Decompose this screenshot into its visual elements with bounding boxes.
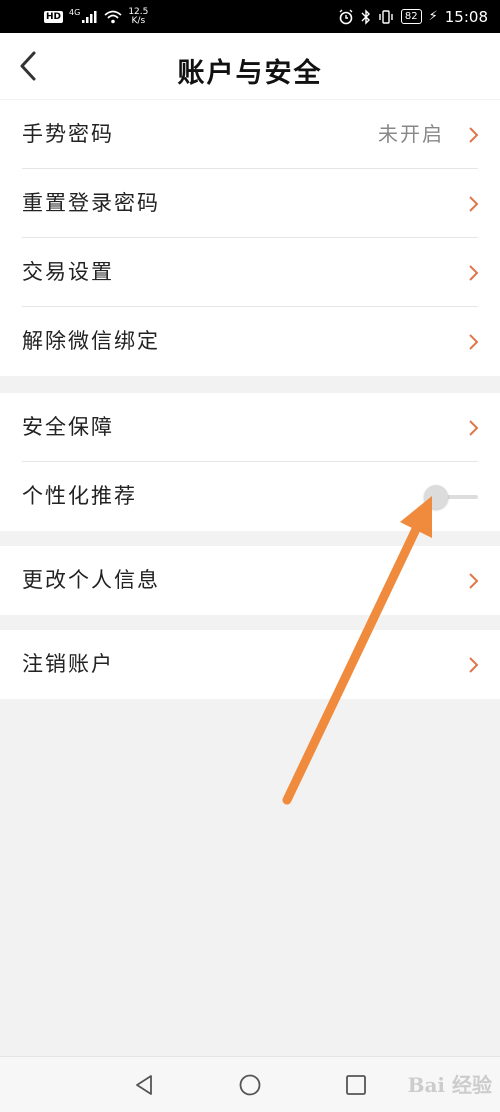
settings-group-cancel-account: 注销账户 <box>0 630 500 699</box>
hd-badge: HD <box>44 10 64 23</box>
nav-recents-icon[interactable] <box>344 1073 368 1097</box>
settings-group-account: 手势密码 未开启 重置登录密码 交易设置 解除微信绑定 <box>0 100 500 376</box>
toggle-knob <box>424 485 448 509</box>
chevron-right-icon <box>469 196 479 212</box>
row-label: 解除微信绑定 <box>22 329 160 353</box>
chevron-right-icon <box>469 573 479 589</box>
chevron-right-icon <box>469 420 479 436</box>
nav-home-icon[interactable] <box>238 1073 262 1097</box>
system-navigation-bar: Bai 经验 <box>0 1056 500 1112</box>
row-status-value: 未开启 <box>378 122 444 146</box>
chevron-right-icon <box>469 265 479 281</box>
settings-group-profile: 更改个人信息 <box>0 546 500 615</box>
network-speed: 12.5 K/s <box>128 7 148 26</box>
status-left: HD 4G 12.5 K/s <box>44 0 148 33</box>
row-label: 注销账户 <box>22 652 114 676</box>
settings-row-cancel-account[interactable]: 注销账户 <box>0 630 500 699</box>
status-right: 82 ⚡ 15:08 <box>338 0 488 33</box>
battery-indicator: 82 <box>400 9 422 24</box>
status-bar: HD 4G 12.5 K/s 82 ⚡ 15:08 <box>0 0 500 33</box>
row-label: 交易设置 <box>22 260 114 284</box>
settings-row-security-guarantee[interactable]: 安全保障 <box>0 393 500 462</box>
settings-row-unbind-wechat[interactable]: 解除微信绑定 <box>0 307 500 376</box>
wifi-icon <box>104 10 122 23</box>
settings-row-reset-login-password[interactable]: 重置登录密码 <box>0 169 500 238</box>
row-label: 安全保障 <box>22 415 114 439</box>
chevron-right-icon <box>469 127 479 143</box>
chevron-right-icon <box>469 334 479 350</box>
chevron-right-icon <box>469 657 479 673</box>
bluetooth-icon <box>361 8 370 25</box>
watermark-logo: Bai 经验 <box>407 1073 492 1097</box>
network-type: 4G <box>69 8 81 17</box>
row-label: 个性化推荐 <box>22 484 137 508</box>
settings-group-security: 安全保障 个性化推荐 <box>0 393 500 531</box>
top-navigation-bar: 账户与安全 <box>0 33 500 99</box>
settings-row-personalized-recommendation: 个性化推荐 <box>0 462 500 531</box>
signal-icon <box>82 10 97 23</box>
page-title: 账户与安全 <box>177 58 323 89</box>
settings-row-trade-settings[interactable]: 交易设置 <box>0 238 500 307</box>
settings-row-change-personal-info[interactable]: 更改个人信息 <box>0 546 500 615</box>
clock: 15:08 <box>444 7 488 26</box>
nav-back-icon[interactable] <box>132 1073 156 1097</box>
row-label: 更改个人信息 <box>22 568 160 592</box>
charging-icon: ⚡ <box>428 9 438 24</box>
vibrate-icon <box>379 9 393 24</box>
row-label: 重置登录密码 <box>22 191 160 215</box>
speed-unit: K/s <box>131 15 146 26</box>
row-label: 手势密码 <box>22 122 114 146</box>
settings-row-gesture-password[interactable]: 手势密码 未开启 <box>0 100 500 169</box>
personalized-recommendation-toggle[interactable] <box>422 485 478 509</box>
alarm-icon <box>339 9 353 24</box>
